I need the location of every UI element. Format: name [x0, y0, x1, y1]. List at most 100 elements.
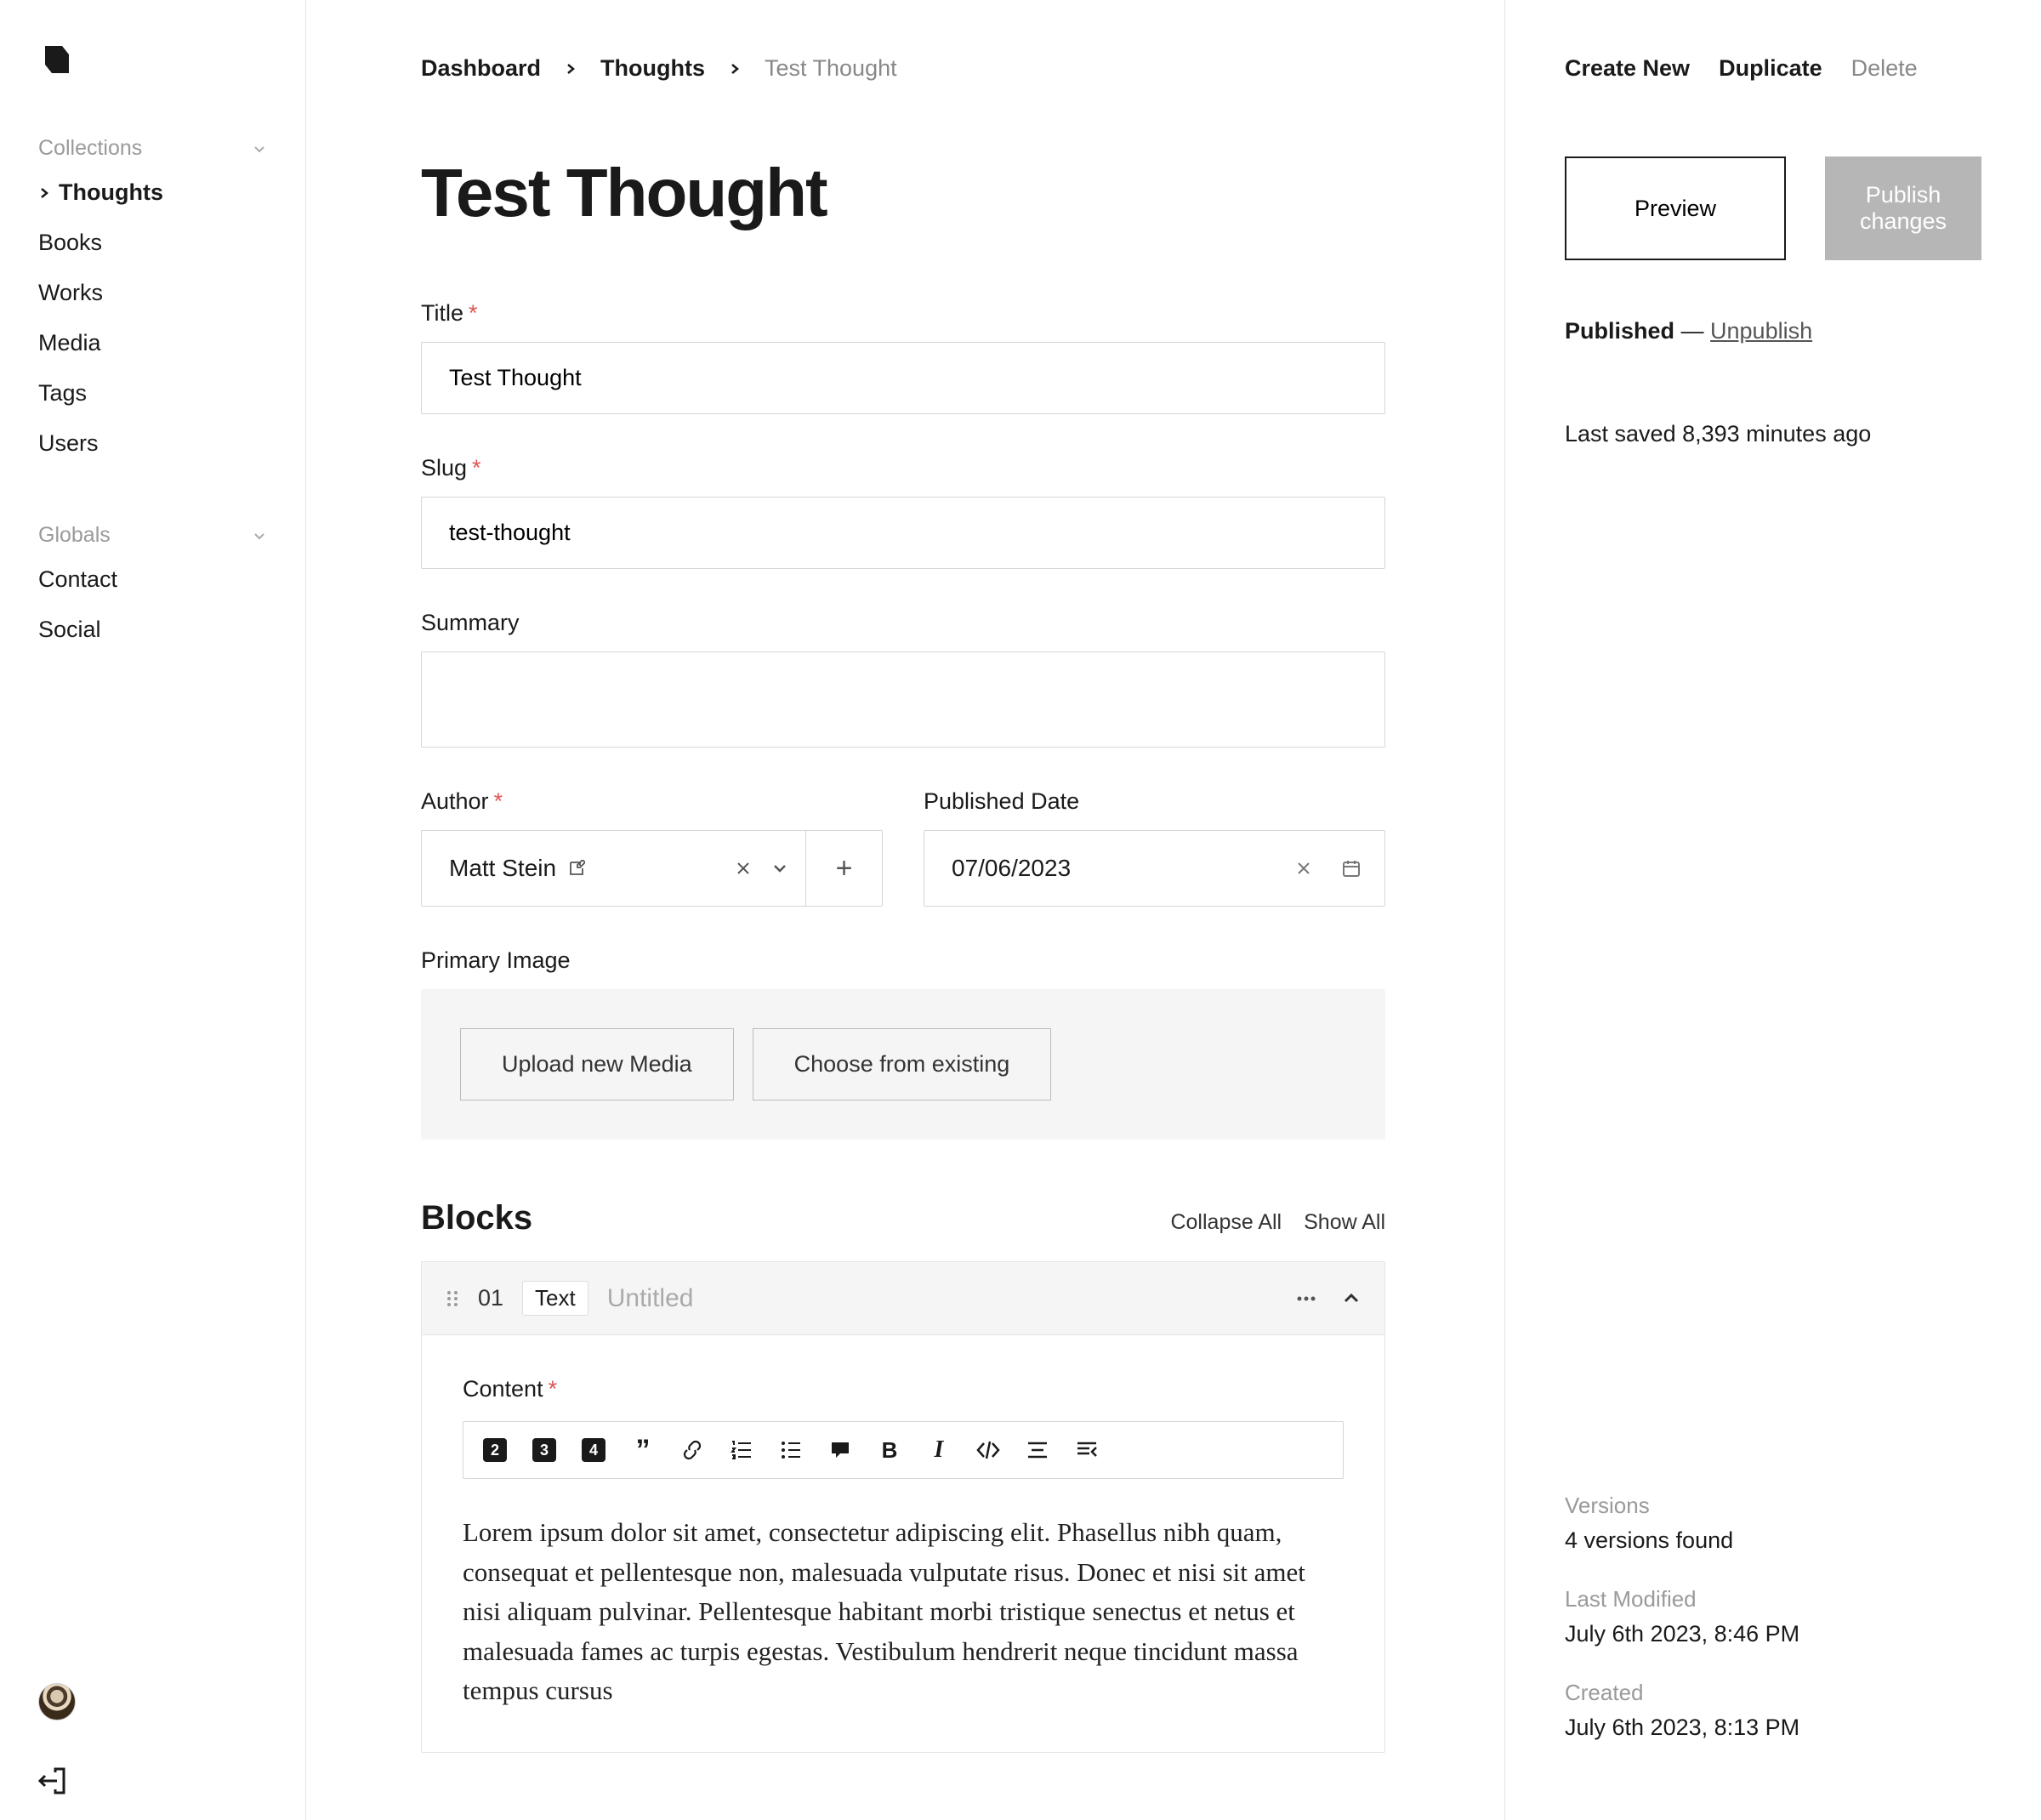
field-label-title: Title* — [421, 300, 1385, 327]
block-header: 01 Text Untitled — [422, 1262, 1384, 1335]
h2-button[interactable]: 2 — [482, 1437, 508, 1463]
meta-created: Created July 6th 2023, 8:13 PM — [1565, 1680, 1981, 1741]
sidebar-bottom — [38, 1683, 267, 1794]
field-label-slug: Slug* — [421, 455, 1385, 481]
duplicate-button[interactable]: Duplicate — [1719, 55, 1822, 82]
publish-changes-button[interactable]: Publish changes — [1825, 156, 1981, 260]
link-button[interactable] — [679, 1437, 705, 1463]
rightbar: Create New Duplicate Delete Preview Publ… — [1505, 0, 2041, 1820]
field-primary-image: Primary Image Upload new Media Choose fr… — [421, 947, 1385, 1140]
clear-icon[interactable] — [1296, 861, 1311, 876]
chevron-down-icon — [252, 528, 267, 543]
author-add-button[interactable]: + — [806, 830, 883, 907]
date-value: 07/06/2023 — [952, 855, 1071, 882]
choose-existing-button[interactable]: Choose from existing — [753, 1028, 1052, 1101]
nav-item-label: Tags — [38, 380, 87, 407]
breadcrumb-parent[interactable]: Thoughts — [600, 55, 705, 82]
nav-section-header-collections[interactable]: Collections — [38, 136, 267, 161]
create-new-button[interactable]: Create New — [1565, 55, 1690, 82]
block-item: 01 Text Untitled Content* 2 3 4 ” — [421, 1261, 1385, 1753]
nav-item-label: Contact — [38, 566, 117, 593]
slug-input[interactable] — [421, 497, 1385, 569]
more-icon[interactable] — [1296, 1295, 1316, 1302]
nav-section-collections: Collections Thoughts Books Works Media T… — [38, 136, 267, 481]
logo[interactable] — [38, 43, 267, 77]
field-summary: Summary — [421, 610, 1385, 748]
status-published: Published — [1565, 318, 1674, 344]
nav-section-label: Globals — [38, 523, 111, 548]
sidebar-item-contact[interactable]: Contact — [38, 566, 267, 593]
meta-value: July 6th 2023, 8:46 PM — [1565, 1621, 1981, 1647]
logout-icon[interactable] — [38, 1767, 267, 1794]
delete-button[interactable]: Delete — [1851, 55, 1918, 82]
blocks-header: Blocks Collapse All Show All — [421, 1199, 1385, 1237]
nav-section-label: Collections — [38, 136, 142, 161]
top-actions: Create New Duplicate Delete — [1565, 55, 1981, 82]
meta-value: 4 versions found — [1565, 1527, 1981, 1554]
align-button[interactable] — [1025, 1437, 1050, 1463]
nav-item-label: Thoughts — [59, 179, 163, 206]
field-label-published-date: Published Date — [924, 788, 1385, 815]
published-date-input[interactable]: 07/06/2023 — [924, 830, 1385, 907]
sidebar-item-works[interactable]: Works — [38, 280, 267, 306]
user-avatar[interactable] — [38, 1683, 76, 1720]
nav-item-label: Social — [38, 617, 101, 643]
block-type-badge: Text — [522, 1281, 588, 1316]
breadcrumb-current: Test Thought — [765, 55, 897, 82]
nav-section-header-globals[interactable]: Globals — [38, 523, 267, 548]
chevron-down-icon — [252, 141, 267, 156]
unordered-list-button[interactable] — [778, 1437, 804, 1463]
clear-icon[interactable] — [736, 861, 751, 876]
ordered-list-button[interactable] — [729, 1437, 754, 1463]
bold-button[interactable]: B — [877, 1437, 902, 1463]
collapse-all-button[interactable]: Collapse All — [1170, 1210, 1282, 1235]
unpublish-link[interactable]: Unpublish — [1710, 318, 1812, 344]
block-name: Untitled — [607, 1284, 694, 1313]
breadcrumb-root[interactable]: Dashboard — [421, 55, 541, 82]
nav-item-label: Users — [38, 430, 99, 457]
meta-versions[interactable]: Versions 4 versions found — [1565, 1493, 1981, 1554]
chevron-down-icon[interactable] — [771, 860, 788, 877]
breadcrumb: Dashboard Thoughts Test Thought — [421, 55, 1385, 82]
sidebar-item-books[interactable]: Books — [38, 230, 267, 256]
sidebar-item-users[interactable]: Users — [38, 430, 267, 457]
meta-section: Versions 4 versions found Last Modified … — [1565, 1493, 1981, 1773]
sidebar-item-thoughts[interactable]: Thoughts — [38, 179, 267, 206]
field-published-date: Published Date 07/06/2023 — [924, 788, 1385, 907]
code-button[interactable] — [975, 1437, 1001, 1463]
sidebar-item-media[interactable]: Media — [38, 330, 267, 356]
sidebar-item-social[interactable]: Social — [38, 617, 267, 643]
publish-buttons: Preview Publish changes — [1565, 156, 1981, 260]
show-all-button[interactable]: Show All — [1304, 1210, 1385, 1235]
nav-item-label: Works — [38, 280, 103, 306]
sidebar-item-tags[interactable]: Tags — [38, 380, 267, 407]
h3-button[interactable]: 3 — [532, 1437, 557, 1463]
h4-button[interactable]: 4 — [581, 1437, 606, 1463]
upload-new-media-button[interactable]: Upload new Media — [460, 1028, 734, 1101]
field-label-summary: Summary — [421, 610, 1385, 636]
summary-input[interactable] — [421, 651, 1385, 748]
preview-button[interactable]: Preview — [1565, 156, 1786, 260]
content-label: Content* — [463, 1376, 1344, 1402]
edit-icon[interactable] — [568, 860, 585, 877]
indent-button[interactable] — [1074, 1437, 1100, 1463]
main-content: Dashboard Thoughts Test Thought Test Tho… — [306, 0, 1505, 1820]
calendar-icon[interactable] — [1342, 859, 1361, 878]
quote-button[interactable]: ” — [630, 1437, 656, 1463]
nav-item-label: Books — [38, 230, 102, 256]
chevron-right-icon — [38, 187, 50, 199]
meta-label: Last Modified — [1565, 1586, 1981, 1612]
author-select[interactable]: Matt Stein — [421, 830, 806, 907]
content-editor[interactable]: Lorem ipsum dolor sit amet, consectetur … — [463, 1513, 1344, 1711]
title-input[interactable] — [421, 342, 1385, 414]
comment-button[interactable] — [827, 1437, 853, 1463]
meta-last-modified: Last Modified July 6th 2023, 8:46 PM — [1565, 1586, 1981, 1647]
richtext-toolbar: 2 3 4 ” B I — [463, 1421, 1344, 1479]
drag-handle-icon[interactable] — [446, 1289, 459, 1308]
upload-area: Upload new Media Choose from existing — [421, 989, 1385, 1140]
chevron-up-icon[interactable] — [1342, 1289, 1361, 1308]
block-number: 01 — [478, 1285, 503, 1311]
sidebar: Collections Thoughts Books Works Media T… — [0, 0, 306, 1820]
italic-button[interactable]: I — [926, 1437, 952, 1463]
last-saved: Last saved 8,393 minutes ago — [1565, 421, 1981, 447]
